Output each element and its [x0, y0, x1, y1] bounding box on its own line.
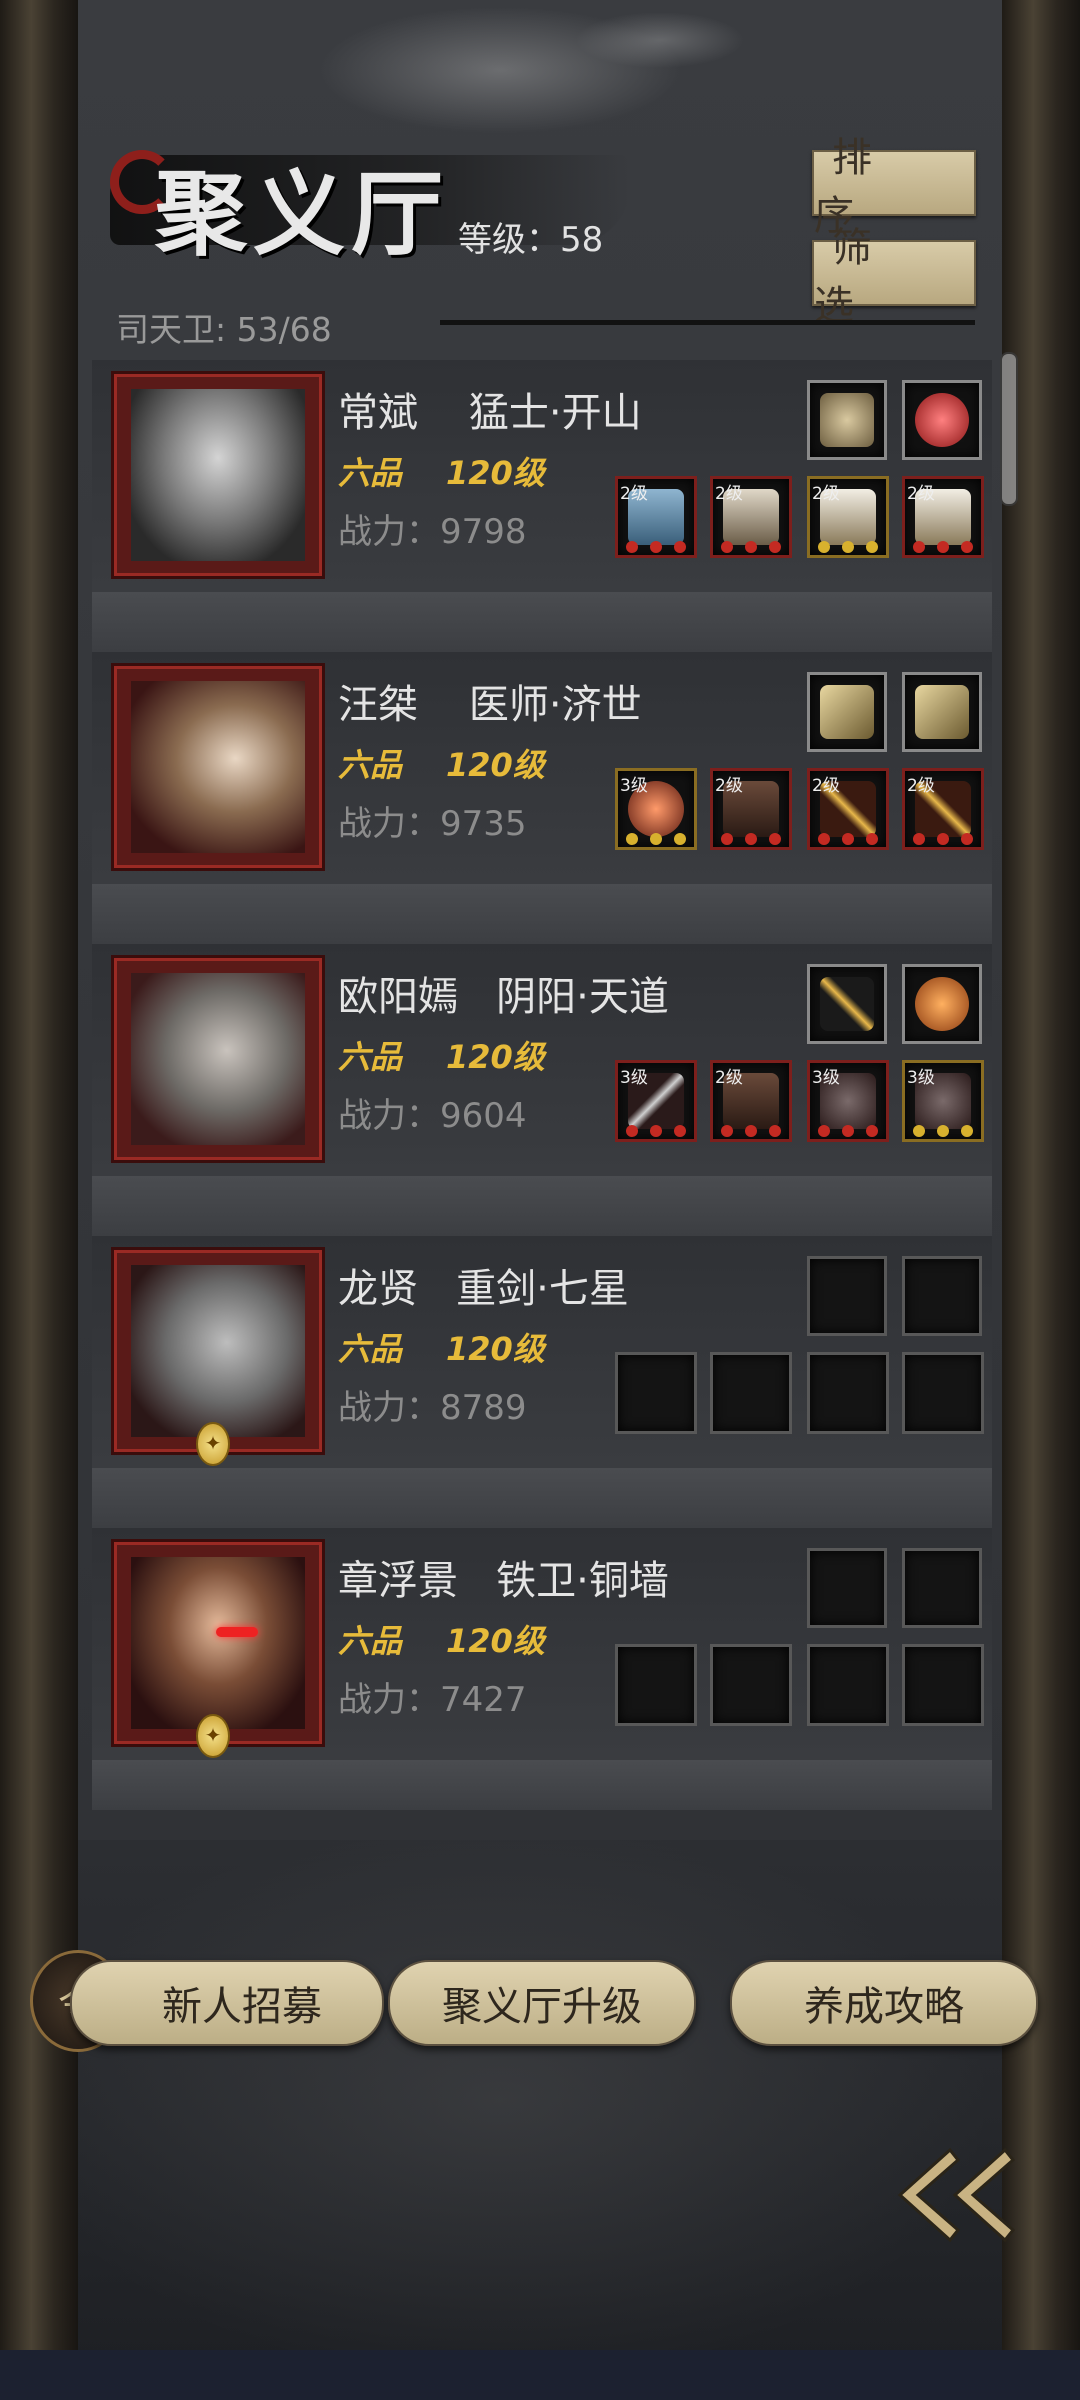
hairpin-icon[interactable]: 2级	[902, 768, 984, 850]
guard-count: 司天卫: 53/68	[116, 310, 332, 349]
hero-power: 战力：9604	[338, 1096, 527, 1136]
red-gem-icon[interactable]	[902, 380, 982, 460]
hero-level: 120级	[446, 1330, 545, 1368]
page-title: 聚义厅	[155, 160, 450, 268]
hairpin-icon[interactable]: 2级	[807, 768, 889, 850]
feather-icon[interactable]	[807, 672, 887, 752]
boots-icon[interactable]: 2级	[807, 476, 889, 558]
card-separator	[92, 884, 992, 944]
hammer-icon[interactable]: 2级	[615, 476, 697, 558]
hairpin-icon[interactable]	[807, 964, 887, 1044]
glowing-eyes	[216, 1627, 258, 1637]
empty-slot[interactable]	[807, 1644, 889, 1726]
empty-slot[interactable]	[902, 1256, 982, 1336]
hero-name: 欧阳嫣 阴阳·天道	[338, 974, 669, 1020]
recruit-button[interactable]: 新人招募	[70, 1960, 384, 2046]
hero-power: 战力：8789	[338, 1388, 527, 1428]
shield-icon[interactable]: 3级	[902, 1060, 984, 1142]
medal-icon: ✦	[196, 1714, 230, 1758]
card-separator	[92, 1468, 992, 1528]
empty-slot[interactable]	[807, 1256, 887, 1336]
back-arrow-icon[interactable]	[880, 2130, 1030, 2260]
hero-grade: 六品	[338, 454, 403, 492]
hero-grade: 六品	[338, 1038, 403, 1076]
spear-icon[interactable]: 3级	[615, 1060, 697, 1142]
amber-gem-icon[interactable]	[902, 964, 982, 1044]
hero-name: 龙贤 重剑·七星	[338, 1266, 629, 1312]
hero-name: 章浮景 铁卫·铜墙	[338, 1558, 669, 1604]
empty-slot[interactable]	[807, 1548, 887, 1628]
hero-grade: 六品	[338, 1622, 403, 1660]
scrollbar-thumb[interactable]	[1000, 352, 1018, 506]
empty-slot[interactable]	[902, 1644, 984, 1726]
empty-slot[interactable]	[807, 1352, 889, 1434]
hero-name: 汪桀 医师·济世	[338, 682, 642, 728]
title-banner: 聚义厅 等级：58	[110, 130, 650, 280]
hero-portrait[interactable]	[114, 1542, 322, 1744]
hall-level: 等级：58	[458, 220, 604, 260]
armor-icon[interactable]: 2级	[710, 476, 792, 558]
hero-card[interactable]: ✦ 龙贤 重剑·七星 六品 120级 战力：8789	[92, 1236, 992, 1468]
empty-slot[interactable]	[710, 1352, 792, 1434]
hero-card[interactable]: 汪桀 医师·济世 六品 120级 战力：9735 3级 2级 2级 2级	[92, 652, 992, 884]
system-nav-bar	[0, 2350, 1080, 2400]
filter-button[interactable]: 筛 选	[812, 225, 976, 329]
empty-slot[interactable]	[902, 1352, 984, 1434]
hero-power: 战力：9798	[338, 512, 527, 552]
hero-portrait[interactable]	[114, 666, 322, 868]
hero-card[interactable]: 欧阳嫣 阴阳·天道 六品 120级 战力：9604 3级 2级 3级 3级	[92, 944, 992, 1176]
comb-icon[interactable]	[807, 380, 887, 460]
divider	[440, 320, 975, 325]
hero-portrait[interactable]	[114, 958, 322, 1160]
feather-icon[interactable]	[902, 672, 982, 752]
empty-slot[interactable]	[615, 1644, 697, 1726]
hero-power: 战力：7427	[338, 1680, 527, 1720]
card-separator	[92, 592, 992, 652]
hall-upgrade-button[interactable]: 聚义厅升级	[388, 1960, 696, 2046]
medal-icon: ✦	[196, 1422, 230, 1466]
shield-icon[interactable]: 3级	[807, 1060, 889, 1142]
robe-icon[interactable]: 2级	[710, 1060, 792, 1142]
hero-level: 120级	[446, 1622, 545, 1660]
hero-grade: 六品	[338, 1330, 403, 1368]
orb-icon[interactable]: 3级	[615, 768, 697, 850]
hero-card[interactable]: 常斌 猛士·开山 六品 120级 战力：9798 2级 2级 2级 2级	[92, 360, 992, 592]
hero-portrait[interactable]	[114, 1250, 322, 1452]
hero-card[interactable]: ✦ 章浮景 铁卫·铜墙 六品 120级 战力：7427	[92, 1528, 992, 1760]
empty-slot[interactable]	[902, 1548, 982, 1628]
sort-button[interactable]: 排 序	[812, 135, 976, 239]
card-separator	[92, 1760, 992, 1810]
card-separator	[92, 1176, 992, 1236]
hero-name: 常斌 猛士·开山	[338, 390, 642, 436]
hero-level: 120级	[446, 1038, 545, 1076]
boots-icon[interactable]: 2级	[902, 476, 984, 558]
robe-icon[interactable]: 2级	[710, 768, 792, 850]
empty-slot[interactable]	[615, 1352, 697, 1434]
hero-level: 120级	[446, 746, 545, 784]
empty-slot[interactable]	[710, 1644, 792, 1726]
hero-portrait[interactable]	[114, 374, 322, 576]
hero-grade: 六品	[338, 746, 403, 784]
hero-level: 120级	[446, 454, 545, 492]
hero-power: 战力：9735	[338, 804, 527, 844]
training-guide-button[interactable]: 养成攻略	[730, 1960, 1038, 2046]
